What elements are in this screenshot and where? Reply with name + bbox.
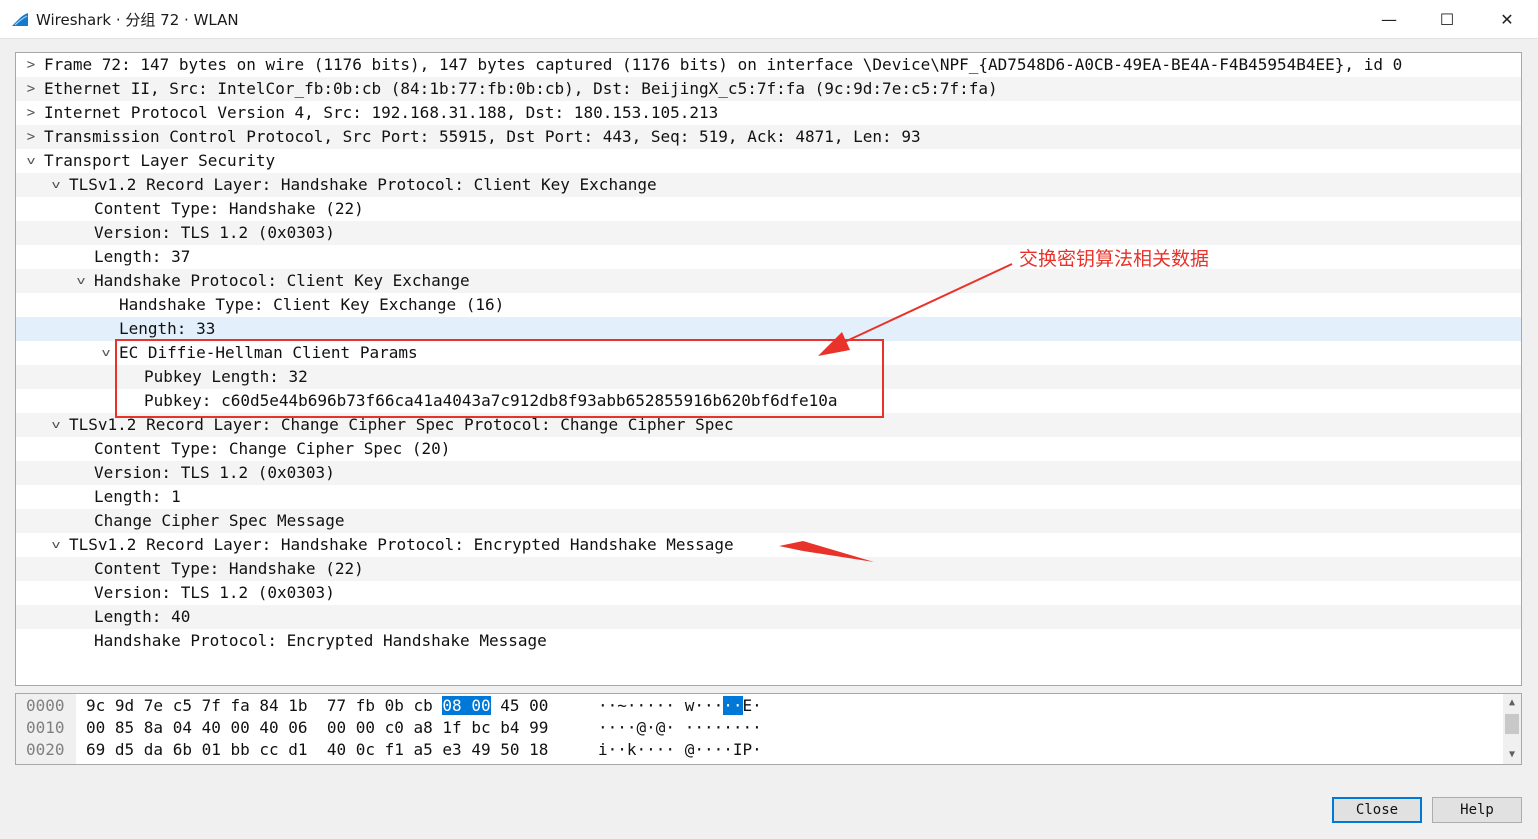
annotation-label: 交换密钥算法相关数据 [1019,248,1210,270]
tree-row-label: Version: TLS 1.2 (0x0303) [94,583,335,602]
chevron-right-icon[interactable]: > [24,77,38,101]
scroll-down-icon[interactable]: ▼ [1503,746,1521,764]
maximize-icon: ☐ [1439,9,1455,29]
packet-bytes-pane[interactable]: ▲ ▼ 0000 9c 9d 7e c5 7f fa 84 1b 77 fb 0b… [15,693,1522,765]
scroll-up-icon[interactable]: ▲ [1503,694,1521,712]
tree-row[interactable]: > Transmission Control Protocol, Src Port… [16,125,1521,149]
tree-row[interactable]: Length: 40 [16,605,1521,629]
tree-row-label: Length: 37 [94,247,191,266]
tree-row[interactable]: Handshake Type: Client Key Exchange (16) [16,293,1521,317]
tree-row[interactable]: v Handshake Protocol: Client Key Exchange [16,269,1521,293]
minimize-icon: — [1381,9,1397,29]
chevron-down-icon[interactable]: v [71,269,91,293]
tree-row[interactable]: Change Cipher Spec Message [16,509,1521,533]
scroll-thumb[interactable] [1505,714,1519,734]
ascii-segment: ····@·@· ········ [598,718,762,737]
tree-row-label: Content Type: Handshake (22) [94,559,364,578]
hex-offset: 0020 [26,740,65,759]
chevron-down-icon[interactable]: v [96,341,116,365]
tree-row-label: Content Type: Change Cipher Spec (20) [94,439,451,458]
hex-bytes-segment: 9c 9d 7e c5 7f fa 84 1b 77 fb 0b cb [86,696,443,715]
title-bar: Wireshark · 分组 72 · WLAN — ☐ ✕ [0,0,1538,39]
tree-row[interactable]: Version: TLS 1.2 (0x0303) [16,581,1521,605]
tree-row[interactable]: Handshake Protocol: Encrypted Handshake … [16,629,1521,653]
tree-row-label: Length: 1 [94,487,181,506]
tree-row-label: Ethernet II, Src: IntelCor_fb:0b:cb (84:… [44,79,998,98]
close-window-button[interactable]: ✕ [1484,0,1530,38]
tree-row-label: Version: TLS 1.2 (0x0303) [94,223,335,242]
hex-ascii[interactable]: i··k···· @····IP· [598,739,762,761]
tree-row-label: Transport Layer Security [44,151,276,170]
tree-row[interactable]: > Frame 72: 147 bytes on wire (1176 bits)… [16,53,1521,77]
tree-row[interactable]: Length: 1 [16,485,1521,509]
hex-offset: 0000 [26,696,65,715]
maximize-button[interactable]: ☐ [1424,0,1470,38]
ascii-segment: ··~····· w··· [598,696,724,715]
tree-row[interactable]: Length: 37 [16,245,1521,269]
tree-row[interactable]: v TLSv1.2 Record Layer: Handshake Protoco… [16,173,1521,197]
hex-row: 0000 9c 9d 7e c5 7f fa 84 1b 77 fb 0b cb … [16,695,1501,717]
hex-bytes[interactable]: 00 85 8a 04 40 00 40 06 00 00 c0 a8 1f b… [86,717,548,739]
tree-row[interactable]: Length: 33 [16,317,1521,341]
annotation-highlight-box [115,339,884,418]
tree-row-label: Frame 72: 147 bytes on wire (1176 bits),… [44,55,1403,74]
tree-row[interactable]: v TLSv1.2 Record Layer: Handshake Protoco… [16,533,1521,557]
tree-row[interactable]: Content Type: Handshake (22) [16,197,1521,221]
hex-row: 0010 00 85 8a 04 40 00 40 06 00 00 c0 a8 … [16,717,1501,739]
chevron-down-icon[interactable]: v [46,533,66,557]
chevron-right-icon[interactable]: > [24,125,38,149]
tree-row-label: Internet Protocol Version 4, Src: 192.16… [44,103,719,122]
chevron-down-icon[interactable]: v [46,173,66,197]
tree-row-label: Transmission Control Protocol, Src Port:… [44,127,921,146]
window-title: Wireshark · 分组 72 · WLAN [36,11,239,29]
tree-row[interactable]: Version: TLS 1.2 (0x0303) [16,221,1521,245]
minimize-button[interactable]: — [1366,0,1412,38]
tree-row[interactable]: > Ethernet II, Src: IntelCor_fb:0b:cb (84… [16,77,1521,101]
selected-ascii: ·· [723,696,743,715]
chevron-right-icon[interactable]: > [24,101,38,125]
tree-row-label: Handshake Protocol: Client Key Exchange [94,271,470,290]
close-button[interactable]: Close [1332,797,1422,823]
tree-row-label: Length: 33 [119,319,216,338]
chevron-down-icon[interactable]: v [46,413,66,437]
tree-row-label: Length: 40 [94,607,191,626]
close-icon: ✕ [1500,9,1514,29]
hex-bytes-segment: 69 d5 da 6b 01 bb cc d1 40 0c f1 a5 e3 4… [86,740,549,759]
tree-row-label: Content Type: Handshake (22) [94,199,364,218]
hex-offset: 0010 [26,718,65,737]
tree-row[interactable]: Content Type: Handshake (22) [16,557,1521,581]
hex-ascii[interactable]: ····@·@· ········ [598,717,762,739]
help-button[interactable]: Help [1432,797,1522,823]
ascii-segment: i··k···· @····IP· [598,740,762,759]
hex-ascii[interactable]: ··~····· w·····E· [598,695,762,717]
tree-row[interactable]: > Internet Protocol Version 4, Src: 192.1… [16,101,1521,125]
tree-row-label: Handshake Type: Client Key Exchange (16) [119,295,505,314]
hex-bytes-segment: 00 85 8a 04 40 00 40 06 00 00 c0 a8 1f b… [86,718,549,737]
hex-scrollbar[interactable]: ▲ ▼ [1503,694,1521,764]
tree-row-label: Handshake Protocol: Encrypted Handshake … [94,631,547,650]
tree-row-label: Version: TLS 1.2 (0x0303) [94,463,335,482]
hex-row: 0020 69 d5 da 6b 01 bb cc d1 40 0c f1 a5 … [16,739,1501,761]
hex-bytes[interactable]: 69 d5 da 6b 01 bb cc d1 40 0c f1 a5 e3 4… [86,739,548,761]
tree-row[interactable]: Version: TLS 1.2 (0x0303) [16,461,1521,485]
selected-bytes: 08 00 [442,696,491,715]
hex-bytes[interactable]: 9c 9d 7e c5 7f fa 84 1b 77 fb 0b cb 08 0… [86,695,548,717]
tree-row-label: Change Cipher Spec Message [94,511,345,530]
chevron-down-icon[interactable]: v [21,149,41,173]
wireshark-fin-icon [12,13,28,26]
tree-row-label: TLSv1.2 Record Layer: Handshake Protocol… [69,175,657,194]
chevron-right-icon[interactable]: > [24,53,38,77]
tree-row-label: TLSv1.2 Record Layer: Handshake Protocol… [69,535,734,554]
ascii-segment: E· [742,696,762,715]
hex-bytes-segment: 45 00 [490,696,549,715]
tree-row[interactable]: Content Type: Change Cipher Spec (20) [16,437,1521,461]
tree-row[interactable]: v Transport Layer Security [16,149,1521,173]
